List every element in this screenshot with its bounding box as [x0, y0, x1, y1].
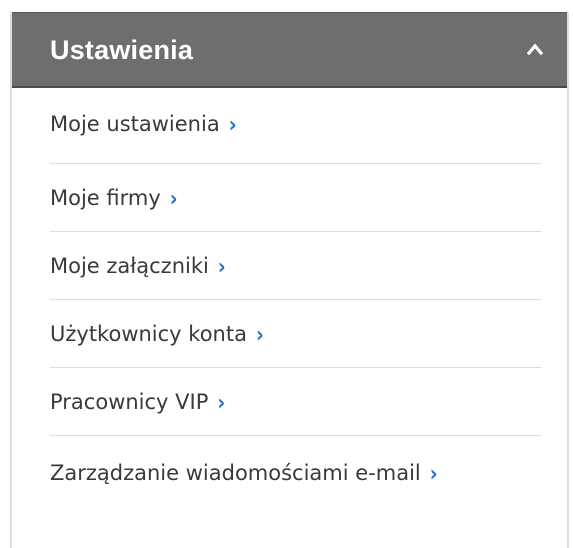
menu-item-moje-ustawienia[interactable]: Moje ustawienia ›	[50, 88, 541, 164]
settings-header[interactable]: Ustawienia	[12, 12, 567, 88]
chevron-right-icon: ›	[217, 254, 226, 280]
menu-item-label: Użytkownicy konta	[50, 322, 247, 346]
chevron-right-icon: ›	[217, 390, 226, 416]
chevron-right-icon: ›	[228, 112, 237, 138]
settings-panel: Ustawienia Moje ustawienia › Moje firmy › …	[10, 12, 569, 548]
chevron-right-icon: ›	[169, 186, 178, 212]
menu-item-pracownicy-vip[interactable]: Pracownicy VIP ›	[50, 368, 541, 436]
menu-item-label: Moje ustawienia	[50, 112, 220, 136]
chevron-right-icon: ›	[255, 322, 264, 348]
menu-item-label: Moje załączniki	[50, 254, 209, 278]
settings-title: Ustawienia	[50, 35, 194, 65]
menu-item-zarzadzanie-wiadomosciami-email[interactable]: Zarządzanie wiadomościami e-mail ›	[50, 458, 510, 490]
menu-item-uzytkownicy-konta[interactable]: Użytkownicy konta ›	[50, 300, 541, 368]
menu-item-label: Zarządzanie wiadomościami e-mail	[50, 461, 421, 485]
menu-item-moje-firmy[interactable]: Moje firmy ›	[50, 164, 541, 232]
chevron-right-icon: ›	[429, 461, 438, 487]
menu-item-moje-zalaczniki[interactable]: Moje załączniki ›	[50, 232, 541, 300]
chevron-up-icon[interactable]	[527, 43, 543, 55]
menu-item-label: Pracownicy VIP	[50, 390, 209, 414]
menu-item-label: Moje firmy	[50, 186, 161, 210]
